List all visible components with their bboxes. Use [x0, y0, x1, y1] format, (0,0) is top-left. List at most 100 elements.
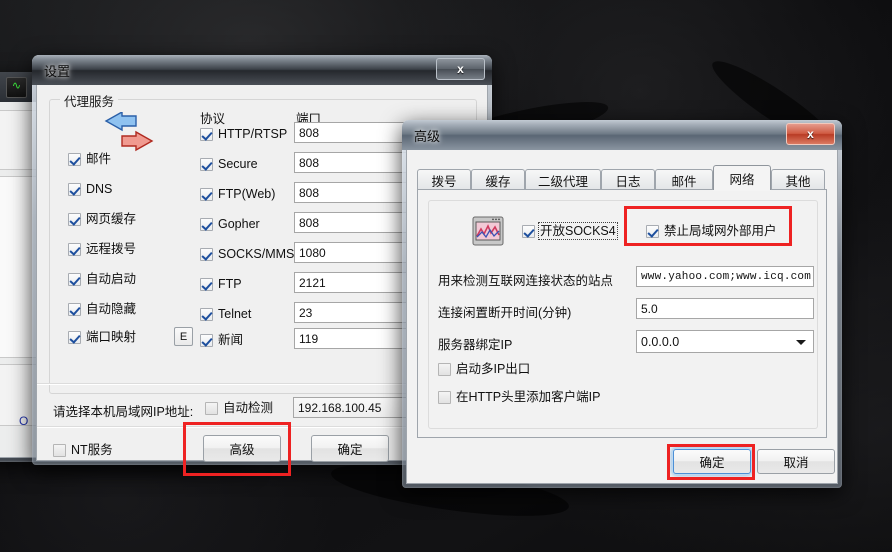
- checkbox-ftp-web-box[interactable]: [200, 187, 213, 201]
- checkbox-secure-label: Secure: [218, 157, 258, 171]
- checkbox-port-mapping-box[interactable]: [68, 330, 81, 344]
- checkbox-block-external-users-box[interactable]: [646, 224, 659, 238]
- tab-network[interactable]: 网络: [713, 165, 771, 190]
- settings-title: 设置: [44, 64, 71, 79]
- checkbox-remote-dialup-label: 远程拨号: [86, 242, 137, 256]
- bind-ip-combobox[interactable]: 0.0.0.0: [636, 330, 814, 353]
- tab-cache[interactable]: 缓存: [471, 169, 525, 190]
- advanced-close-button[interactable]: x: [786, 123, 835, 145]
- settings-titlebar[interactable]: 设置 x: [32, 55, 492, 85]
- checkbox-gopher-box[interactable]: [200, 217, 213, 231]
- checkbox-ftp[interactable]: FTP: [200, 277, 242, 291]
- port-mapping-edit-button[interactable]: E: [174, 327, 193, 346]
- local-ip-label: 请选择本机局域网IP地址:: [53, 405, 194, 419]
- checkbox-multi-ip-egress[interactable]: 启动多IP出口: [438, 362, 530, 376]
- checkbox-auto-detect-label: 自动检测: [223, 401, 274, 415]
- blue-red-exchange-arrows-icon: [104, 112, 154, 152]
- checkbox-news[interactable]: 新闻: [200, 333, 243, 347]
- checkbox-multi-ip-egress-box[interactable]: [438, 362, 451, 376]
- tab-mail-label: 邮件: [671, 174, 697, 189]
- checkbox-gopher[interactable]: Gopher: [200, 217, 260, 231]
- checkbox-add-client-ip-header-box[interactable]: [438, 390, 451, 404]
- advanced-ok-button[interactable]: 确定: [673, 449, 751, 474]
- checkbox-secure[interactable]: Secure: [200, 157, 258, 171]
- settings-ok-button[interactable]: 确定: [311, 435, 389, 462]
- advanced-client-area: 拨号 缓存 二级代理 日志 邮件 网络 其他 开放SOCKS4 禁止局域网外部用…: [406, 150, 838, 484]
- idle-timeout-input[interactable]: 5.0: [636, 298, 814, 319]
- advanced-button[interactable]: 高级: [203, 435, 281, 462]
- checkbox-auto-detect[interactable]: 自动检测: [205, 401, 273, 415]
- checkbox-open-socks4-label: 开放SOCKS4: [538, 222, 618, 240]
- chevron-down-icon[interactable]: [796, 340, 806, 345]
- checkbox-multi-ip-egress-label: 启动多IP出口: [456, 362, 531, 376]
- checkbox-remote-dialup-box[interactable]: [68, 242, 81, 256]
- advanced-tabstrip: 拨号 缓存 二级代理 日志 邮件 网络 其他: [417, 164, 827, 190]
- tab-cache-label: 缓存: [485, 174, 511, 189]
- checkbox-dns[interactable]: DNS: [68, 182, 112, 196]
- checkbox-open-socks4-box[interactable]: [522, 224, 535, 238]
- checkbox-telnet[interactable]: Telnet: [200, 307, 251, 321]
- advanced-window[interactable]: 高级 x 拨号 缓存 二级代理 日志 邮件 网络 其他 开放SOCKS4 禁止局…: [402, 120, 842, 488]
- checkbox-news-label: 新闻: [218, 333, 244, 347]
- checkbox-nt-service-label: NT服务: [71, 443, 113, 457]
- checkbox-secure-box[interactable]: [200, 157, 213, 171]
- tab-dialup[interactable]: 拨号: [417, 169, 471, 190]
- tab-secondary-proxy[interactable]: 二级代理: [525, 169, 601, 190]
- checkbox-dns-box[interactable]: [68, 182, 81, 196]
- checkbox-socks-mms[interactable]: SOCKS/MMS: [200, 247, 294, 261]
- checkbox-web-cache[interactable]: 网页缓存: [68, 212, 136, 226]
- checkbox-auto-hide[interactable]: 自动隐藏: [68, 302, 136, 316]
- checkbox-ftp-label: FTP: [218, 277, 242, 291]
- detect-sites-input[interactable]: www.yahoo.com;www.icq.com;ww: [636, 266, 814, 287]
- network-tab-page: 开放SOCKS4 禁止局域网外部用户 用来检测互联网连接状态的站点 www.ya…: [417, 189, 827, 438]
- checkbox-telnet-box[interactable]: [200, 307, 213, 321]
- checkbox-auto-start[interactable]: 自动启动: [68, 272, 136, 286]
- protocol-column-header: 协议: [200, 112, 226, 126]
- checkbox-ftp-web-label: FTP(Web): [218, 187, 276, 201]
- checkbox-nt-service[interactable]: NT服务: [53, 443, 113, 457]
- checkbox-open-socks4[interactable]: 开放SOCKS4: [522, 222, 618, 240]
- checkbox-http-rtsp-box[interactable]: [200, 127, 213, 141]
- network-monitor-chart-icon: [472, 216, 504, 246]
- bind-ip-value: 0.0.0.0: [641, 335, 680, 349]
- tab-other[interactable]: 其他: [771, 169, 825, 190]
- checkbox-mail-box[interactable]: [68, 152, 81, 166]
- checkbox-block-external-users-label: 禁止局域网外部用户: [664, 224, 777, 238]
- checkbox-web-cache-box[interactable]: [68, 212, 81, 226]
- tab-other-label: 其他: [785, 174, 811, 189]
- checkbox-block-external-users[interactable]: 禁止局域网外部用户: [646, 224, 777, 238]
- checkbox-mail-label: 邮件: [86, 152, 112, 166]
- checkbox-nt-service-box[interactable]: [53, 443, 66, 457]
- advanced-title: 高级: [414, 129, 441, 144]
- checkbox-news-box[interactable]: [200, 333, 213, 347]
- checkbox-add-client-ip-header[interactable]: 在HTTP头里添加客户端IP: [438, 390, 600, 404]
- checkbox-gopher-label: Gopher: [218, 217, 260, 231]
- checkbox-add-client-ip-header-label: 在HTTP头里添加客户端IP: [456, 390, 601, 404]
- advanced-titlebar[interactable]: 高级 x: [402, 120, 842, 150]
- tab-mail[interactable]: 邮件: [655, 169, 713, 190]
- checkbox-http-rtsp[interactable]: HTTP/RTSP: [200, 127, 287, 141]
- settings-close-button[interactable]: x: [436, 58, 485, 80]
- advanced-cancel-button[interactable]: 取消: [757, 449, 835, 474]
- tab-network-label: 网络: [729, 172, 755, 187]
- checkbox-auto-hide-box[interactable]: [68, 302, 81, 316]
- checkbox-socks-mms-label: SOCKS/MMS: [218, 247, 295, 261]
- checkbox-mail[interactable]: 邮件: [68, 152, 111, 166]
- tab-log[interactable]: 日志: [601, 169, 655, 190]
- checkbox-socks-mms-box[interactable]: [200, 247, 213, 261]
- bind-ip-label: 服务器绑定IP: [438, 338, 513, 352]
- checkbox-auto-hide-label: 自动隐藏: [86, 302, 137, 316]
- checkbox-auto-start-box[interactable]: [68, 272, 81, 286]
- checkbox-auto-detect-box[interactable]: [205, 401, 218, 415]
- idle-timeout-label: 连接闲置断开时间(分钟): [438, 306, 572, 320]
- checkbox-auto-start-label: 自动启动: [86, 272, 137, 286]
- checkbox-web-cache-label: 网页缓存: [86, 212, 137, 226]
- checkbox-http-rtsp-label: HTTP/RTSP: [218, 127, 288, 141]
- checkbox-telnet-label: Telnet: [218, 307, 252, 321]
- checkbox-ftp-web[interactable]: FTP(Web): [200, 187, 275, 201]
- checkbox-port-mapping[interactable]: 端口映射: [68, 330, 136, 344]
- checkbox-ftp-box[interactable]: [200, 277, 213, 291]
- checkbox-remote-dialup[interactable]: 远程拨号: [68, 242, 136, 256]
- proxy-service-legend: 代理服务: [60, 91, 119, 110]
- background-window-text-fragment: O: [19, 414, 29, 428]
